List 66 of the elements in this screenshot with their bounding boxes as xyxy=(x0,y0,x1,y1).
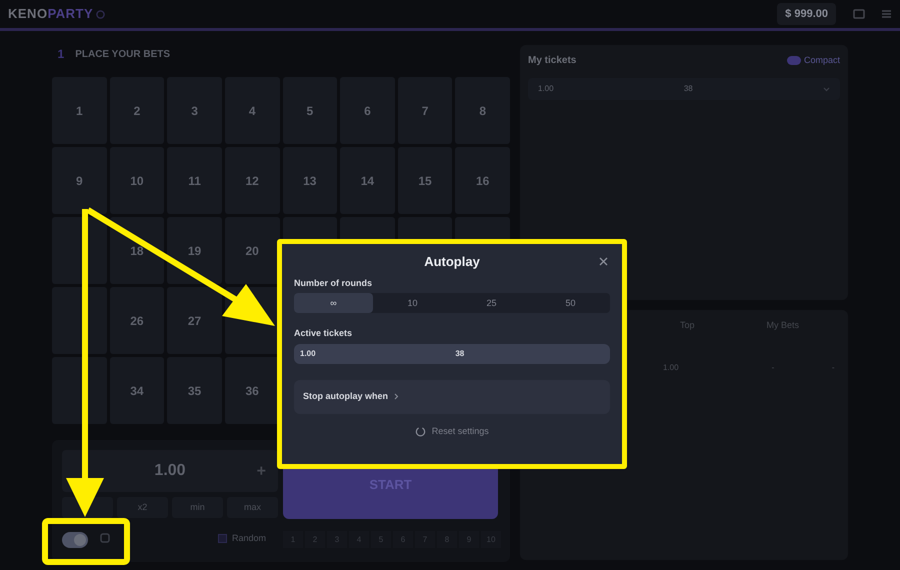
number-tile[interactable]: 14 xyxy=(340,147,395,214)
rounds-option[interactable]: 25 xyxy=(452,293,531,314)
number-tile[interactable]: 8 xyxy=(455,77,510,144)
quick-bet-button[interactable]: min xyxy=(172,497,223,518)
number-tile[interactable]: 27 xyxy=(167,287,222,354)
rounds-option[interactable]: 10 xyxy=(373,293,452,314)
ticket-count: 38 xyxy=(684,83,693,95)
table-cell-text: 1.00 xyxy=(663,362,680,374)
rounds-option[interactable]: 50 xyxy=(531,293,610,314)
ticket-amount: 1.00 xyxy=(300,348,316,360)
bet-amount-field[interactable]: 1.00 + xyxy=(62,450,278,492)
number-tile[interactable]: 26 xyxy=(110,287,164,354)
number-tile[interactable]: 3 xyxy=(167,77,222,144)
menu-icon[interactable] xyxy=(881,9,892,19)
number-tile[interactable]: 5 xyxy=(282,77,338,144)
panel-title: My tickets xyxy=(528,54,576,68)
number-tile[interactable]: 4 xyxy=(224,77,280,144)
compact-switch[interactable] xyxy=(787,56,802,65)
number-tile[interactable]: 34 xyxy=(110,357,164,424)
random-checkbox[interactable] xyxy=(218,534,227,544)
number-tile[interactable]: 9 xyxy=(52,147,107,214)
number-tile[interactable]: 6 xyxy=(340,77,395,144)
bet-amount: 1.00 xyxy=(154,461,186,481)
table-cell-text: - xyxy=(770,362,776,374)
reset-icon xyxy=(415,426,426,437)
field-label: Active tickets xyxy=(294,327,354,340)
number-tile[interactable]: 10 xyxy=(110,147,164,214)
number-tile[interactable]: 13 xyxy=(282,147,338,214)
autoplay-toggle[interactable] xyxy=(62,532,88,548)
ticket-count: 38 xyxy=(455,348,464,360)
quick-bet-button[interactable]: max xyxy=(227,497,278,518)
number-tile[interactable]: 16 xyxy=(455,147,510,214)
ticket-row[interactable]: 1.00 38 xyxy=(528,78,840,100)
table-cell: - xyxy=(832,362,834,374)
logo[interactable]: KENOPARTY xyxy=(8,4,94,24)
stop-label: Stop autoplay when xyxy=(303,390,388,403)
number-tile[interactable]: 36 xyxy=(224,357,280,424)
rounds-option[interactable]: ∞ xyxy=(294,293,373,314)
ticket-option[interactable]: 1.00 38 xyxy=(294,344,610,364)
balance: $ 999.00 xyxy=(777,2,836,26)
number-tile[interactable]: 2 xyxy=(110,77,164,144)
number-tile[interactable]: 1 xyxy=(52,77,107,144)
number-tile[interactable]: 35 xyxy=(167,357,222,424)
ticket-amount: 1.00 xyxy=(538,83,554,95)
stop-autoplay-button[interactable]: Stop autoplay when xyxy=(294,380,610,414)
reset-button[interactable]: Reset settings xyxy=(409,424,495,439)
number-tile[interactable]: 20 xyxy=(224,217,280,284)
close-icon[interactable] xyxy=(599,257,608,266)
section-title: PLACE YOUR BETS xyxy=(75,48,170,62)
compact-label: Compact xyxy=(804,54,840,67)
number-tile[interactable]: 12 xyxy=(224,147,280,214)
number-tile[interactable]: 19 xyxy=(167,217,222,284)
plus-button[interactable]: + xyxy=(256,460,266,484)
screen-icon[interactable] xyxy=(852,9,864,19)
quick-bet-button[interactable]: x2 xyxy=(117,497,168,518)
info-icon[interactable] xyxy=(96,10,105,18)
number-tile[interactable]: 7 xyxy=(398,77,452,144)
step-number: 1 xyxy=(58,46,64,63)
number-tile[interactable]: 11 xyxy=(167,147,222,214)
number-tile[interactable]: 15 xyxy=(398,147,452,214)
dialog-title: Autoplay xyxy=(424,253,480,271)
reset-label: Reset settings xyxy=(432,424,489,438)
field-label: Number of rounds xyxy=(294,277,373,290)
chevron-icon xyxy=(394,393,399,400)
chevron-icon[interactable] xyxy=(822,86,830,92)
random-label: Random xyxy=(232,532,266,545)
